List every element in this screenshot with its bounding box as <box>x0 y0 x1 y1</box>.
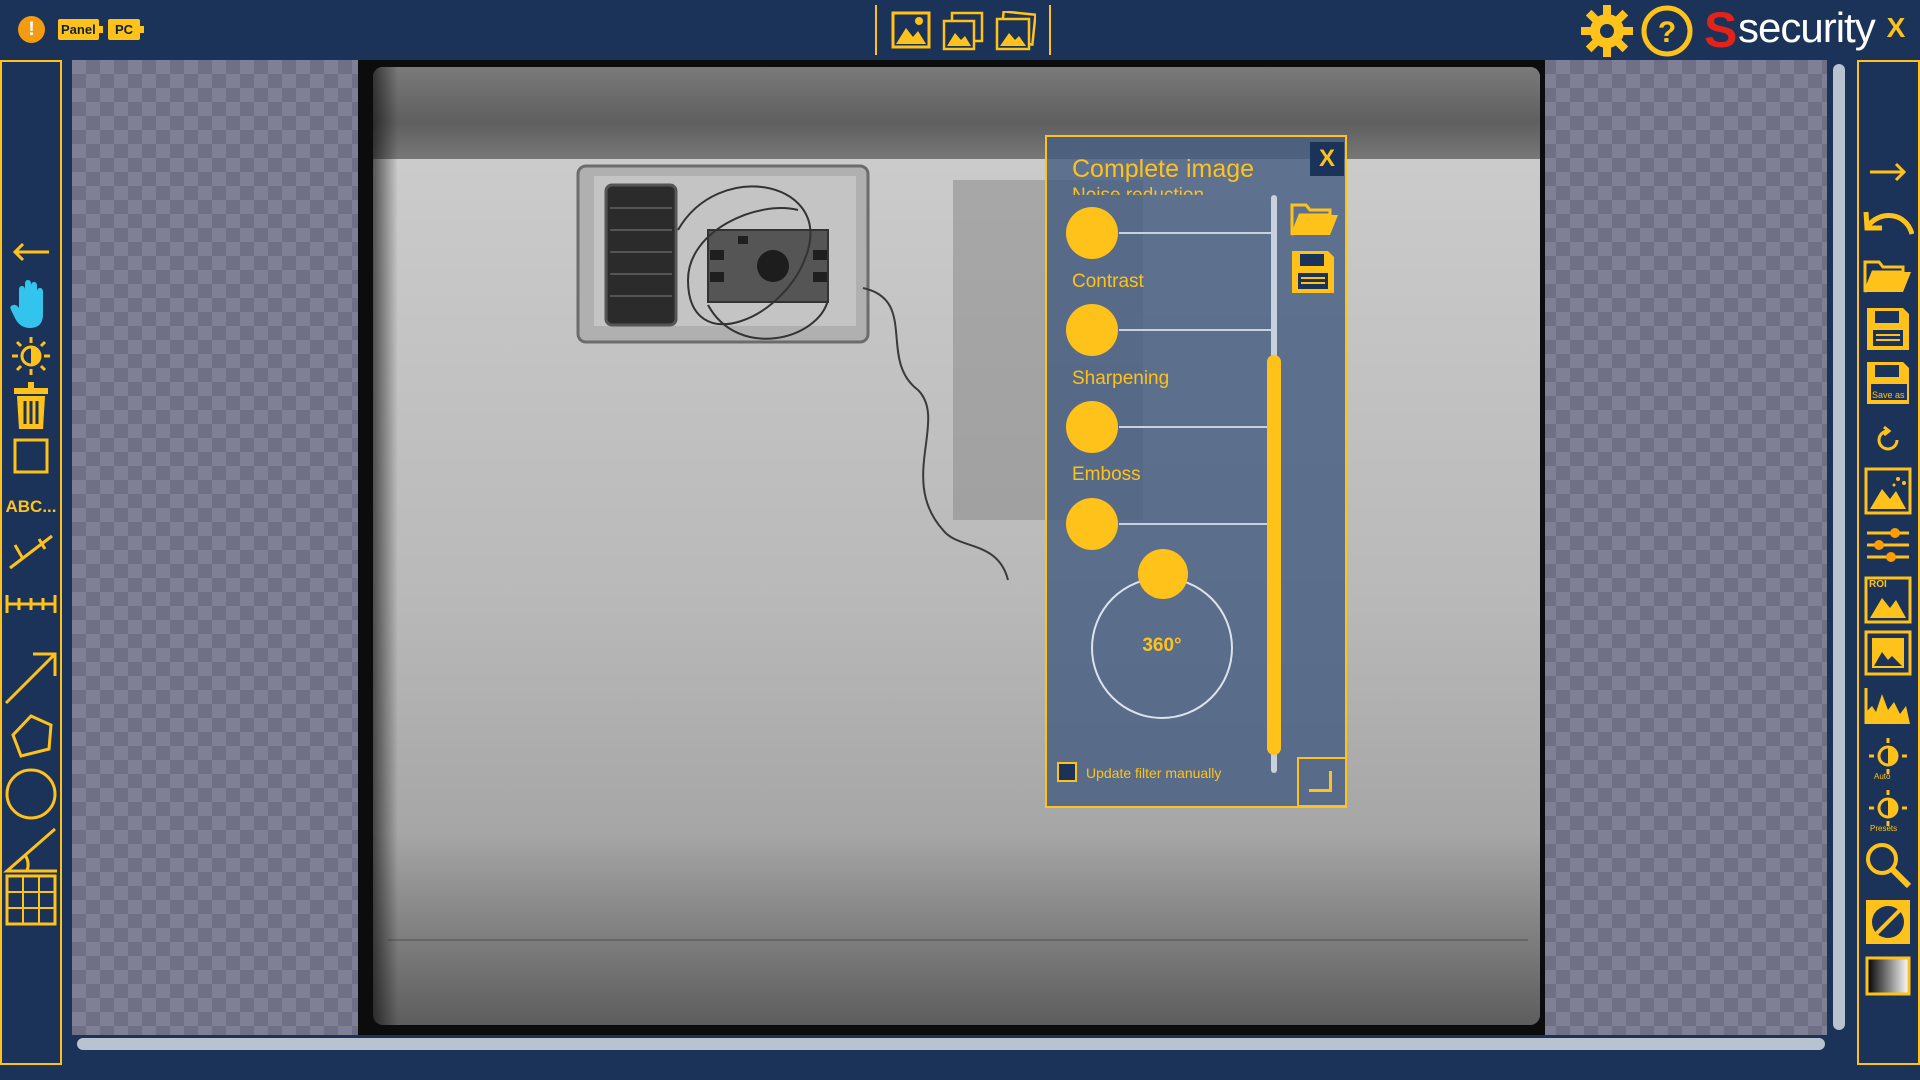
line-tool-icon[interactable] <box>2 530 60 574</box>
hand-pan-icon[interactable] <box>2 277 60 333</box>
xray-image[interactable] <box>358 60 1545 1035</box>
contrast-slider-track[interactable] <box>1119 329 1272 331</box>
open-folder-icon[interactable] <box>1859 254 1917 298</box>
roi-caption: ROI <box>1869 579 1887 590</box>
histogram-icon[interactable] <box>1859 682 1917 730</box>
save-as-icon[interactable]: Save as <box>1859 358 1917 408</box>
brand-name: security <box>1738 4 1876 51</box>
delete-trash-icon[interactable] <box>2 380 60 432</box>
grid-tool-icon[interactable] <box>2 870 60 930</box>
auto-caption: Auto <box>1874 772 1891 781</box>
help-icon[interactable]: ? <box>1640 4 1694 63</box>
panel-resize-handle[interactable] <box>1297 757 1345 806</box>
emboss-slider-track[interactable] <box>1119 523 1272 525</box>
source-pc-button[interactable]: PC <box>108 19 144 40</box>
sharpening-slider-knob[interactable] <box>1066 401 1118 453</box>
emboss-label: Emboss <box>1072 464 1141 485</box>
rotation-value: 360° <box>1142 635 1182 656</box>
image-canvas[interactable]: Complete image X Noise reduction Contras… <box>72 60 1827 1035</box>
filter-panel-scrollbar[interactable] <box>1267 195 1281 773</box>
save-as-caption: Save as <box>1872 390 1905 400</box>
rotation-knob[interactable] <box>1138 549 1188 599</box>
right-toolbar: Save as ROI Auto Presets <box>1857 60 1920 1065</box>
adjust-sliders-icon[interactable] <box>1859 522 1917 568</box>
sharpening-slider-track[interactable] <box>1119 426 1272 428</box>
auto-brightness-box: Auto <box>1866 736 1910 784</box>
invert-icon[interactable] <box>1859 896 1917 948</box>
source-panel-button[interactable]: Panel <box>58 19 103 40</box>
image-filter-icon[interactable] <box>1859 466 1917 516</box>
app-window: ! Panel PC ? S security X ABC... Complet… <box>0 0 1920 1080</box>
contrast-label: Contrast <box>1072 271 1144 292</box>
ruler-icon[interactable] <box>2 582 60 626</box>
update-manually-label: Update filter manually <box>1086 765 1222 781</box>
vertical-scrollbar[interactable] <box>1833 64 1845 1030</box>
xray-objects <box>388 164 1528 941</box>
update-manually-checkbox[interactable] <box>1057 762 1077 782</box>
forward-arrow-icon[interactable] <box>1859 152 1917 192</box>
svg-text:?: ? <box>1658 16 1676 49</box>
text-annotation-tool[interactable]: ABC... <box>2 490 60 524</box>
back-arrow-icon[interactable] <box>2 232 60 272</box>
gradient-icon[interactable] <box>1859 952 1917 1000</box>
emboss-slider-knob[interactable] <box>1066 498 1118 550</box>
open-filter-folder-icon[interactable] <box>1290 199 1340 244</box>
arrow-tool-icon[interactable] <box>2 648 60 708</box>
close-app-button[interactable]: X <box>1880 12 1912 44</box>
multi-image-icon[interactable] <box>942 11 984 51</box>
zoom-icon[interactable] <box>1859 840 1917 890</box>
view-mode-group <box>875 5 1051 55</box>
polygon-tool-icon[interactable] <box>2 710 60 762</box>
image-frame-icon[interactable] <box>1859 628 1917 678</box>
presets-caption: Presets <box>1870 824 1898 833</box>
noise-reduction-label: Noise reduction <box>1072 185 1205 206</box>
single-image-icon[interactable] <box>891 11 933 51</box>
roi-filter-icon[interactable]: ROI <box>1859 574 1917 626</box>
filter-panel-close-button[interactable]: X <box>1310 142 1344 176</box>
save-filter-icon[interactable] <box>1290 249 1336 300</box>
save-as-icon-box: Save as <box>1865 360 1911 406</box>
noise-reduction-slider-knob[interactable] <box>1066 207 1118 259</box>
horizontal-scrollbar[interactable] <box>77 1038 1825 1050</box>
contrast-slider-knob[interactable] <box>1066 304 1118 356</box>
filter-panel-title: Complete image <box>1072 155 1255 183</box>
ellipse-tool-icon[interactable] <box>2 764 60 824</box>
filter-panel-scroll-thumb[interactable] <box>1267 355 1281 755</box>
top-bar: ! Panel PC ? S security X <box>0 0 1920 60</box>
compare-image-icon[interactable] <box>994 10 1037 51</box>
auto-brightness-icon[interactable]: Auto <box>1859 734 1917 786</box>
left-toolbar: ABC... <box>0 60 62 1065</box>
gear-icon[interactable] <box>1580 4 1634 63</box>
warning-icon[interactable]: ! <box>18 16 45 43</box>
sharpening-label: Sharpening <box>1072 368 1170 389</box>
brand-s-mark: S <box>1704 2 1738 58</box>
rectangle-icon[interactable] <box>2 434 60 478</box>
noise-reduction-slider-track[interactable] <box>1119 232 1272 234</box>
brightness-icon[interactable] <box>2 334 60 378</box>
presets-brightness-box: Presets <box>1866 788 1910 836</box>
xray-edge-shadow <box>358 60 398 1035</box>
save-icon[interactable] <box>1859 304 1917 354</box>
filter-panel: Complete image X Noise reduction Contras… <box>1045 135 1347 808</box>
presets-brightness-icon[interactable]: Presets <box>1859 786 1917 838</box>
reset-icon[interactable] <box>1859 418 1917 462</box>
angle-tool-icon[interactable] <box>2 824 60 876</box>
roi-icon-box: ROI <box>1864 576 1912 624</box>
undo-arrow-icon[interactable] <box>1859 200 1917 246</box>
